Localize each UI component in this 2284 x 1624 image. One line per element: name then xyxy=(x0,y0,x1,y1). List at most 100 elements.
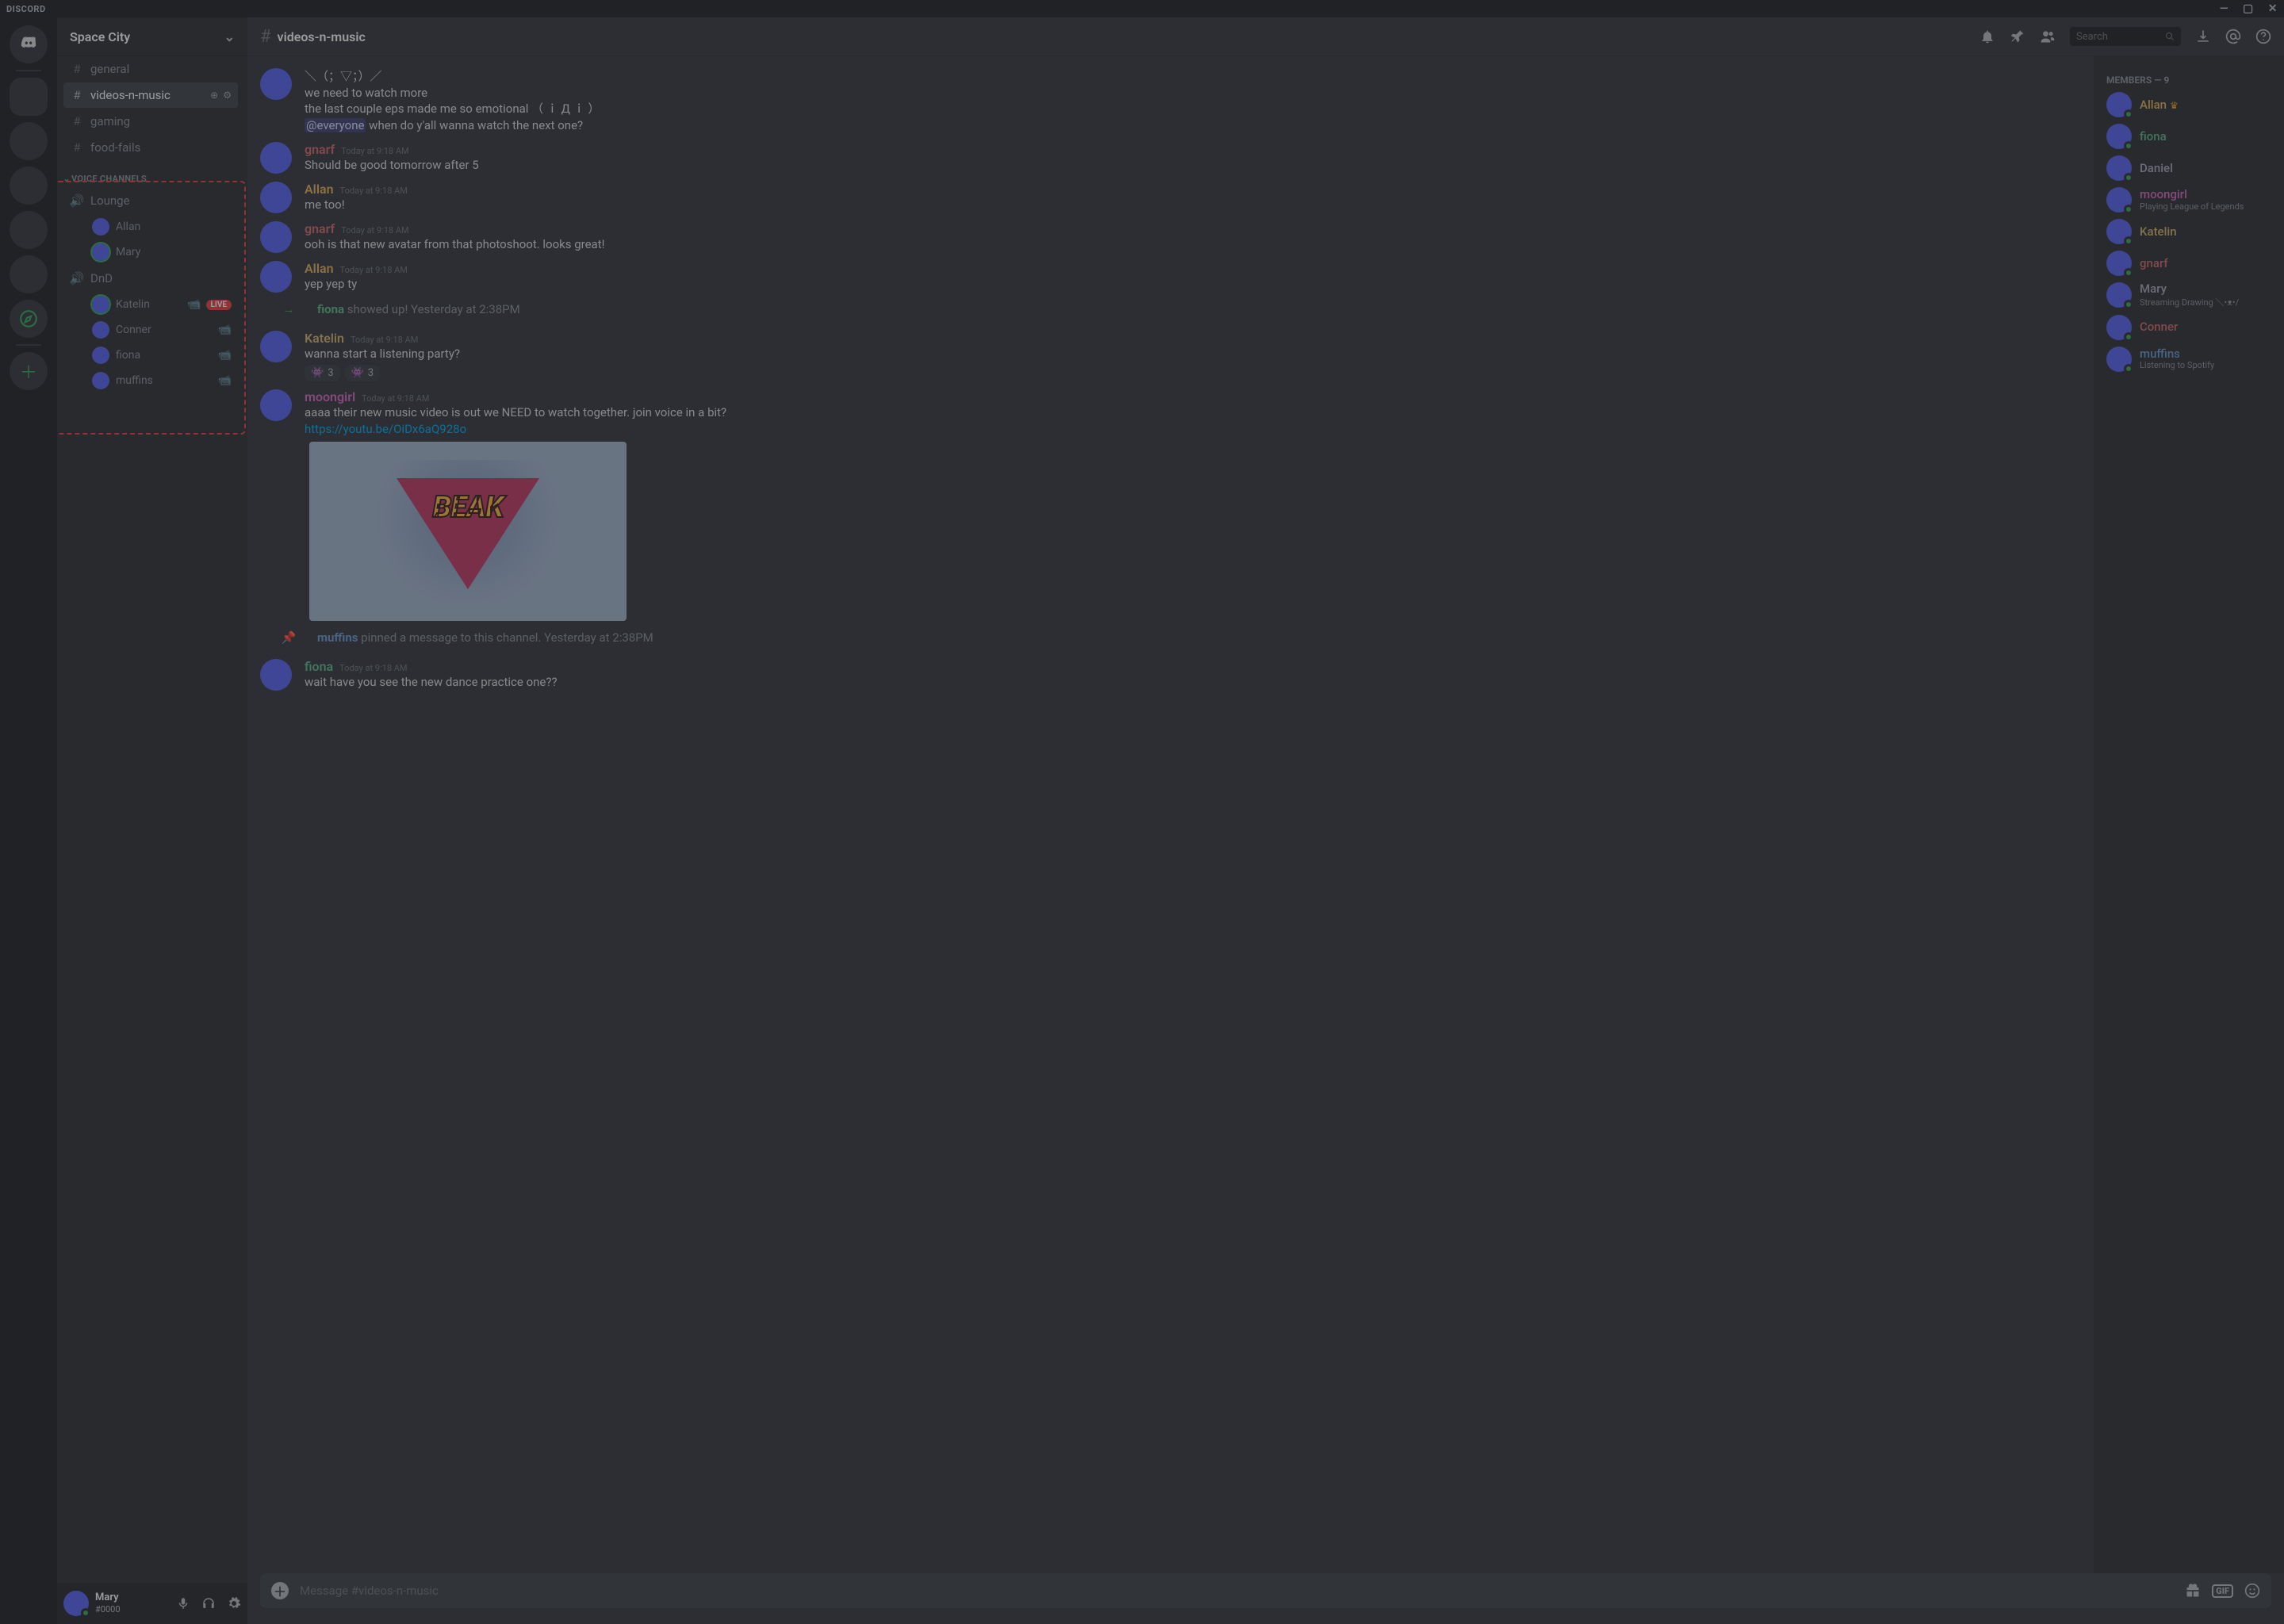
voice-user[interactable]: muffins 📹 xyxy=(63,368,238,393)
message-author[interactable]: Katelin xyxy=(305,331,344,346)
members-list: MEMBERS — 9 Allan♛ fiona Daniel moongirl… xyxy=(2094,56,2284,1573)
avatar[interactable] xyxy=(260,221,292,253)
window-minimize[interactable]: — xyxy=(2220,2,2228,15)
system-user[interactable]: fiona xyxy=(317,302,344,316)
voice-channel[interactable]: 🔊 Lounge xyxy=(63,188,238,213)
video-icon: 📹 xyxy=(187,298,201,311)
settings-button[interactable] xyxy=(227,1596,241,1611)
server-header[interactable]: Space City ⌄ xyxy=(57,17,247,56)
member[interactable]: Daniel xyxy=(2100,152,2278,184)
voice-user[interactable]: Mary xyxy=(63,239,238,265)
voice-user-name: Katelin xyxy=(116,298,150,311)
text-channel[interactable]: # videos-n-music ⊕ ⚙ xyxy=(63,82,238,108)
video-icon: 📹 xyxy=(218,324,232,336)
notifications-button[interactable] xyxy=(1979,29,1995,44)
server-item[interactable] xyxy=(10,122,48,160)
member[interactable]: moongirlPlaying League of Legends xyxy=(2100,184,2278,216)
avatar[interactable] xyxy=(260,659,292,691)
inbox-button[interactable] xyxy=(2195,29,2211,44)
avatar[interactable] xyxy=(260,331,292,362)
member-list-toggle[interactable] xyxy=(2040,29,2056,44)
message-input-box[interactable]: ＋ GIF xyxy=(260,1573,2271,1608)
message-author[interactable]: Allan xyxy=(305,261,334,276)
reaction[interactable]: 👾3 xyxy=(345,365,381,381)
avatar[interactable] xyxy=(260,142,292,174)
message-author[interactable]: gnarf xyxy=(305,142,335,157)
server-item[interactable] xyxy=(10,211,48,249)
member[interactable]: Allan♛ xyxy=(2100,89,2278,121)
voice-user[interactable]: fiona 📹 xyxy=(63,343,238,368)
system-user[interactable]: muffins xyxy=(317,630,358,645)
voice-channel[interactable]: 🔊 DnD xyxy=(63,266,238,291)
member-name: Katelin xyxy=(2140,225,2177,239)
message: moongirlToday at 9:18 AM aaaa their new … xyxy=(260,383,2081,622)
avatar[interactable] xyxy=(260,68,292,100)
message-author[interactable]: moongirl xyxy=(305,389,355,404)
search-input[interactable] xyxy=(2076,31,2160,43)
message: gnarfToday at 9:18 AM Should be good tom… xyxy=(260,136,2081,175)
voice-user[interactable]: Allan xyxy=(63,214,238,239)
voice-user-name: Allan xyxy=(116,220,140,233)
member[interactable]: Katelin xyxy=(2100,216,2278,247)
bell-icon xyxy=(1979,29,1995,44)
reaction[interactable]: 👾3 xyxy=(305,365,340,381)
attach-button[interactable]: ＋ xyxy=(271,1582,289,1599)
message-link[interactable]: https://youtu.be/OiDx6aQ928o xyxy=(305,422,466,436)
channel-name: general xyxy=(90,62,129,76)
voice-user[interactable]: Katelin 📹 LIVE xyxy=(63,292,238,317)
message-input[interactable] xyxy=(300,1584,2174,1598)
deafen-button[interactable] xyxy=(201,1596,216,1611)
home-button[interactable] xyxy=(10,25,48,63)
message-list[interactable]: ＼（；▽；）／ we need to watch more the last c… xyxy=(247,56,2094,1573)
window-maximize[interactable]: ▢ xyxy=(2243,2,2254,15)
mention[interactable]: @everyone xyxy=(305,118,366,132)
avatar[interactable] xyxy=(260,389,292,421)
member[interactable]: fiona xyxy=(2100,121,2278,152)
gif-button[interactable]: GIF xyxy=(2212,1584,2233,1598)
message-author[interactable]: fiona xyxy=(305,659,333,674)
text-channel[interactable]: # general xyxy=(63,56,238,82)
video-embed[interactable]: BEAK xyxy=(309,442,627,621)
voice-user[interactable]: Conner 📹 xyxy=(63,317,238,343)
voice-user-name: Mary xyxy=(116,246,140,259)
hash-icon: # xyxy=(260,27,271,47)
message-text: yep yep ty xyxy=(305,276,2081,293)
invite-icon[interactable]: ⊕ xyxy=(210,90,218,101)
message-author[interactable]: Allan xyxy=(305,182,334,197)
server-item[interactable] xyxy=(10,78,48,116)
member-name: Conner xyxy=(2140,320,2178,334)
server-item[interactable] xyxy=(10,167,48,205)
pinned-messages-button[interactable] xyxy=(2010,29,2025,44)
avatar xyxy=(2106,219,2132,244)
add-server-button[interactable]: ＋ xyxy=(10,352,48,390)
message-timestamp: Today at 9:18 AM xyxy=(351,335,418,345)
member[interactable]: Conner xyxy=(2100,312,2278,343)
mentions-button[interactable] xyxy=(2225,29,2241,44)
server-list: ＋ xyxy=(0,17,57,1624)
text-channel[interactable]: # gaming xyxy=(63,109,238,134)
user-panel: Mary #0000 xyxy=(57,1583,247,1624)
member[interactable]: gnarf xyxy=(2100,247,2278,279)
mute-button[interactable] xyxy=(176,1596,190,1611)
voice-category-header[interactable]: ⌄ VOICE CHANNELS xyxy=(57,161,244,187)
channel-sidebar: Space City ⌄ # general # videos-n-music … xyxy=(57,17,247,1624)
avatar xyxy=(2106,92,2132,117)
search-box[interactable] xyxy=(2070,27,2181,46)
avatar[interactable] xyxy=(260,182,292,213)
server-item[interactable] xyxy=(10,255,48,293)
emoji-button[interactable] xyxy=(2244,1583,2260,1599)
gear-icon[interactable]: ⚙ xyxy=(223,90,232,101)
gift-button[interactable] xyxy=(2185,1583,2201,1599)
avatar[interactable] xyxy=(260,261,292,293)
message-text: wait have you see the new dance practice… xyxy=(305,674,2081,691)
hash-icon: # xyxy=(70,88,84,102)
window-close[interactable]: ✕ xyxy=(2268,2,2278,15)
message-author[interactable]: gnarf xyxy=(305,221,335,236)
video-icon: 📹 xyxy=(218,349,232,362)
user-avatar[interactable] xyxy=(63,1591,89,1616)
member[interactable]: MaryStreaming Drawing ＼•ᴥ•/ xyxy=(2100,279,2278,312)
help-button[interactable] xyxy=(2255,29,2271,44)
member[interactable]: muffinsListening to Spotify xyxy=(2100,343,2278,375)
explore-servers-button[interactable] xyxy=(10,300,48,338)
text-channel[interactable]: # food-fails xyxy=(63,135,238,160)
